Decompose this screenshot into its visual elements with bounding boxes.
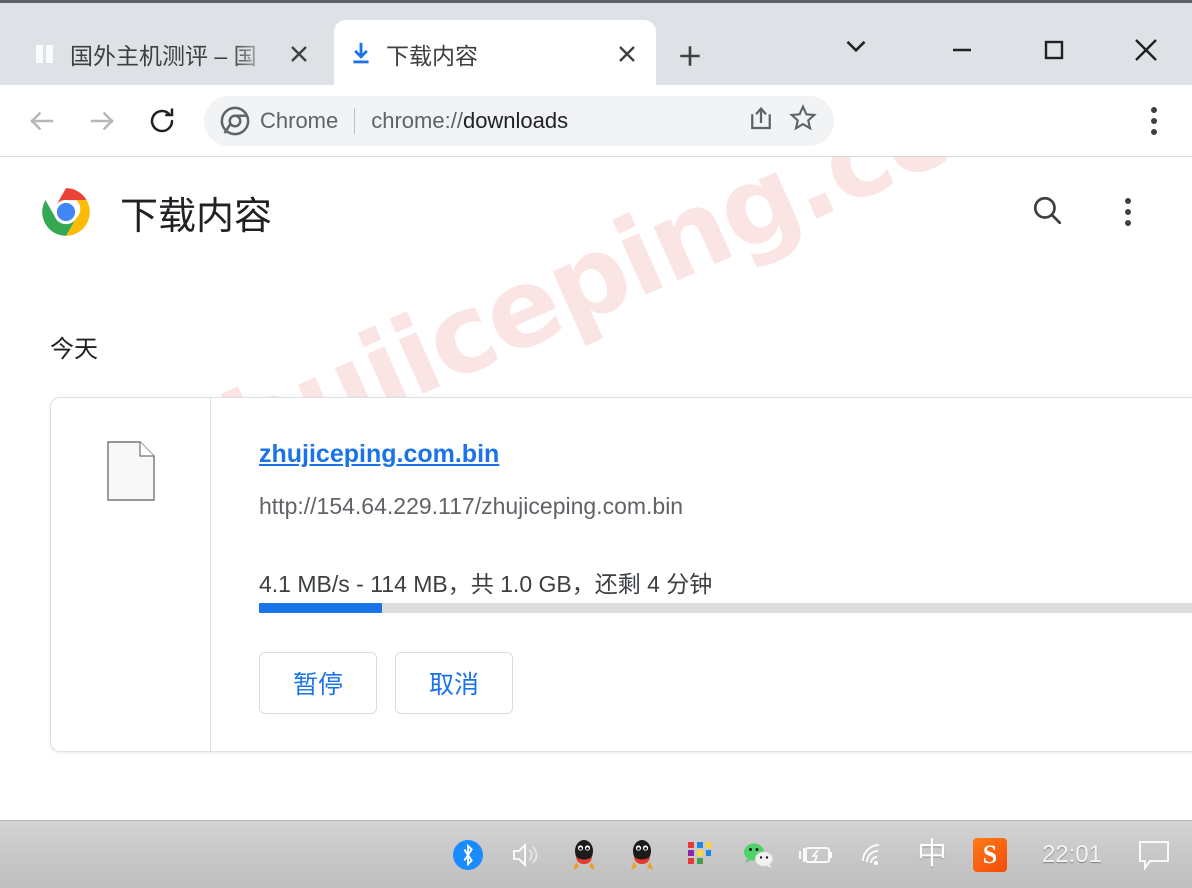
downloads-page: zhujiceping.com 下载内容 bbox=[0, 157, 1192, 820]
color-grid-icon[interactable] bbox=[680, 833, 720, 877]
tab-strip: 国外主机测评 – 国 下载内容 bbox=[0, 6, 1192, 88]
chrome-chip: Chrome bbox=[220, 106, 338, 136]
sogou-icon[interactable]: S bbox=[970, 833, 1010, 877]
title-bar: 国外主机测评 – 国 下载内容 bbox=[0, 0, 1192, 85]
tab-downloads[interactable]: 下载内容 bbox=[334, 20, 656, 88]
browser-window: 国外主机测评 – 国 下载内容 bbox=[0, 0, 1192, 888]
close-button[interactable] bbox=[1100, 9, 1192, 91]
star-icon[interactable] bbox=[788, 103, 818, 138]
download-icon-column bbox=[51, 398, 211, 751]
bluetooth-icon[interactable] bbox=[448, 833, 488, 877]
share-icon[interactable] bbox=[746, 103, 776, 138]
section-label-today: 今天 bbox=[50, 329, 98, 364]
system-taskbar: 中 S 22:01 bbox=[0, 820, 1192, 888]
volume-icon[interactable] bbox=[506, 833, 546, 877]
new-tab-button[interactable] bbox=[668, 34, 712, 78]
divider bbox=[354, 108, 355, 134]
page-menu-button[interactable] bbox=[1104, 188, 1152, 236]
download-arrow-icon bbox=[348, 41, 374, 67]
site-favicon-red-icon bbox=[32, 41, 58, 67]
tab-search-button[interactable] bbox=[830, 20, 882, 72]
tab-title: 下载内容 bbox=[386, 37, 600, 71]
qq-icon[interactable] bbox=[622, 833, 662, 877]
url-text: chrome://downloads bbox=[371, 108, 568, 134]
window-controls bbox=[916, 9, 1192, 91]
qq-icon[interactable] bbox=[564, 833, 604, 877]
close-icon[interactable] bbox=[284, 39, 314, 69]
wechat-icon[interactable] bbox=[738, 833, 778, 877]
chrome-icon bbox=[220, 106, 250, 136]
download-actions: 暂停 取消 bbox=[259, 652, 513, 714]
wifi-icon[interactable] bbox=[854, 833, 894, 877]
download-source-url: http://154.64.229.117/zhujiceping.com.bi… bbox=[259, 493, 1192, 520]
file-icon bbox=[107, 441, 155, 501]
download-progress-bar bbox=[259, 603, 1192, 613]
back-button[interactable] bbox=[16, 95, 68, 147]
pause-button[interactable]: 暂停 bbox=[259, 652, 377, 714]
tab-title: 国外主机测评 – 国 bbox=[70, 37, 272, 71]
tab-site[interactable]: 国外主机测评 – 国 bbox=[18, 20, 328, 88]
notification-icon[interactable] bbox=[1134, 833, 1174, 877]
url-path: downloads bbox=[463, 108, 568, 133]
chrome-logo-icon bbox=[40, 186, 92, 238]
omnibox-actions bbox=[746, 103, 818, 138]
forward-button[interactable] bbox=[76, 95, 128, 147]
browser-menu-button[interactable] bbox=[1130, 97, 1178, 145]
address-bar[interactable]: Chrome chrome://downloads bbox=[204, 96, 834, 146]
download-status-text: 4.1 MB/s - 114 MB，共 1.0 GB，还剩 4 分钟 bbox=[259, 565, 1192, 599]
page-title: 下载内容 bbox=[120, 185, 272, 240]
taskbar-clock[interactable]: 22:01 bbox=[1028, 841, 1116, 869]
cancel-button[interactable]: 取消 bbox=[395, 652, 513, 714]
url-prefix: chrome:// bbox=[371, 108, 463, 133]
search-icon[interactable] bbox=[1030, 193, 1064, 232]
download-filename-link[interactable]: zhujiceping.com.bin bbox=[259, 440, 499, 469]
download-item-card[interactable]: zhujiceping.com.bin http://154.64.229.11… bbox=[50, 397, 1192, 752]
page-header-actions bbox=[1030, 188, 1152, 236]
download-progress-fill bbox=[259, 603, 382, 613]
toolbar-right bbox=[1130, 97, 1178, 145]
browser-toolbar: Chrome chrome://downloads bbox=[0, 85, 1192, 157]
page-header: 下载内容 bbox=[0, 157, 1192, 267]
chrome-chip-label: Chrome bbox=[260, 108, 338, 134]
chevron-down-icon bbox=[843, 33, 869, 59]
reload-button[interactable] bbox=[136, 95, 188, 147]
maximize-button[interactable] bbox=[1008, 9, 1100, 91]
download-details: zhujiceping.com.bin http://154.64.229.11… bbox=[211, 398, 1192, 751]
close-icon[interactable] bbox=[612, 39, 642, 69]
battery-charging-icon[interactable] bbox=[796, 833, 836, 877]
minimize-button[interactable] bbox=[916, 9, 1008, 91]
ime-chinese-icon[interactable]: 中 bbox=[912, 833, 952, 877]
